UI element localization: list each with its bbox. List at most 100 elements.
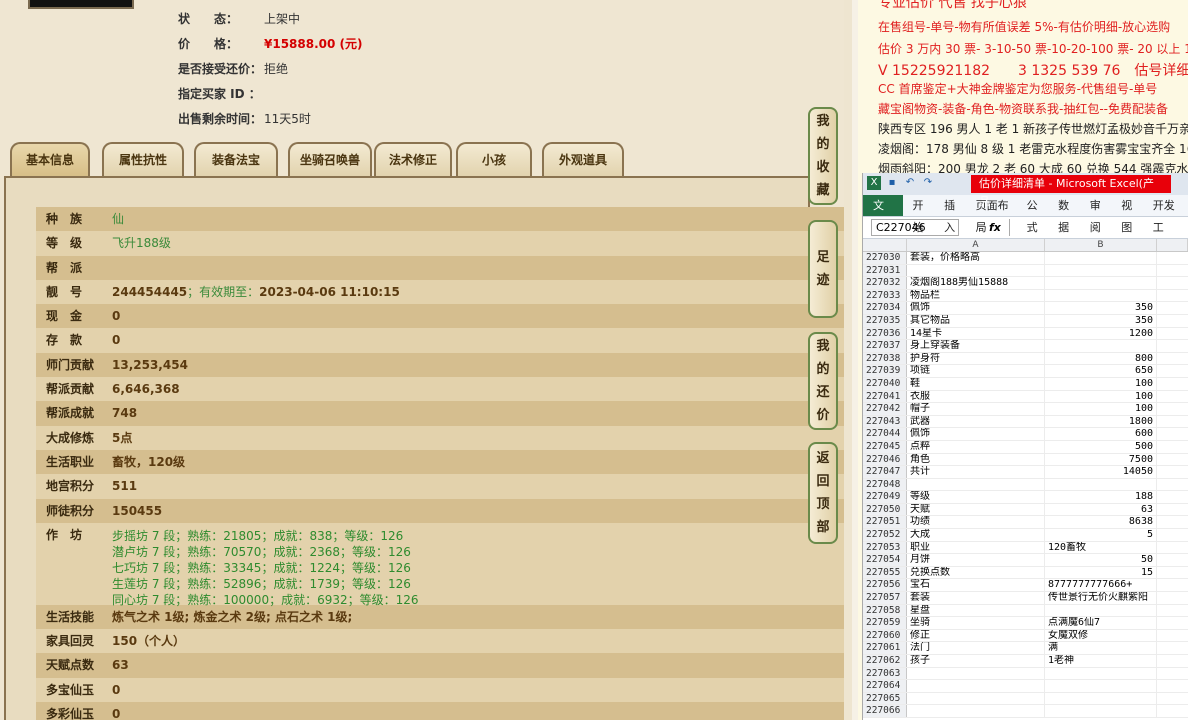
- cell-b[interactable]: [1045, 705, 1157, 717]
- cell-b[interactable]: [1045, 252, 1157, 264]
- cell-a[interactable]: 佩饰: [907, 302, 1045, 314]
- row-number[interactable]: 227042: [863, 403, 907, 415]
- cell-b[interactable]: [1045, 604, 1157, 617]
- row-number[interactable]: 227060: [863, 629, 907, 642]
- row-number[interactable]: 227043: [863, 415, 907, 428]
- row-number[interactable]: 227041: [863, 390, 907, 403]
- row-number[interactable]: 227053: [863, 541, 907, 554]
- cell-b[interactable]: 14050: [1045, 466, 1157, 478]
- cell-a[interactable]: 套装，价格略高: [907, 252, 1045, 264]
- cell-a[interactable]: 兑换点数: [907, 566, 1045, 579]
- cell-a[interactable]: 护身符: [907, 352, 1045, 365]
- cell-b[interactable]: 8638: [1045, 516, 1157, 529]
- ribbon-tab-2[interactable]: 开始: [907, 195, 939, 234]
- cell-b[interactable]: 1老神: [1045, 655, 1157, 667]
- cell-b[interactable]: 63: [1045, 503, 1157, 516]
- cell-b[interactable]: 50: [1045, 554, 1157, 566]
- cell-a[interactable]: 衣服: [907, 390, 1045, 403]
- cell-a[interactable]: 物品栏: [907, 289, 1045, 302]
- cell-a[interactable]: 法门: [907, 642, 1045, 654]
- row-number[interactable]: 227048: [863, 478, 907, 491]
- cell-b[interactable]: 120畜牧: [1045, 541, 1157, 554]
- cell-a[interactable]: 等级: [907, 491, 1045, 503]
- row-number[interactable]: 227036: [863, 327, 907, 340]
- row-number[interactable]: 227057: [863, 592, 907, 604]
- row-number[interactable]: 227037: [863, 340, 907, 352]
- my-bargain-button[interactable]: 我的还价: [808, 332, 838, 430]
- my-favorites-button[interactable]: 我的收藏: [808, 107, 838, 205]
- row-number[interactable]: 227040: [863, 377, 907, 390]
- cell-a[interactable]: 帽子: [907, 403, 1045, 415]
- cell-a[interactable]: 月饼: [907, 554, 1045, 566]
- cell-b[interactable]: 350: [1045, 302, 1157, 314]
- row-number[interactable]: 227050: [863, 503, 907, 516]
- cell-a[interactable]: 鞋: [907, 377, 1045, 390]
- row-number[interactable]: 227039: [863, 365, 907, 377]
- row-number[interactable]: 227063: [863, 667, 907, 680]
- fx-icon[interactable]: fx: [989, 221, 1001, 234]
- tab-7[interactable]: 外观道具: [542, 142, 624, 176]
- cell-a[interactable]: 共计: [907, 466, 1045, 478]
- cell-a[interactable]: [907, 705, 1045, 717]
- row-number[interactable]: 227054: [863, 554, 907, 566]
- row-number[interactable]: 227049: [863, 491, 907, 503]
- cell-a[interactable]: 宝石: [907, 579, 1045, 592]
- row-number[interactable]: 227059: [863, 617, 907, 629]
- cell-b[interactable]: [1045, 478, 1157, 491]
- cell-a[interactable]: [907, 667, 1045, 680]
- cell-b[interactable]: 100: [1045, 403, 1157, 415]
- footprint-button[interactable]: 足迹: [808, 220, 838, 318]
- cell-a[interactable]: 点粹: [907, 440, 1045, 453]
- cell-b[interactable]: 8777777777666+: [1045, 579, 1157, 592]
- cell-b[interactable]: [1045, 340, 1157, 352]
- cell-a[interactable]: 坐骑: [907, 617, 1045, 629]
- row-number[interactable]: 227038: [863, 352, 907, 365]
- cell-a[interactable]: [907, 680, 1045, 692]
- cell-a[interactable]: [907, 264, 1045, 277]
- tab-6[interactable]: 小孩: [456, 142, 532, 176]
- row-number[interactable]: 227052: [863, 529, 907, 541]
- cell-b[interactable]: [1045, 667, 1157, 680]
- cell-a[interactable]: 天赋: [907, 503, 1045, 516]
- cell-b[interactable]: 350: [1045, 314, 1157, 327]
- cell-b[interactable]: 7500: [1045, 453, 1157, 466]
- row-number[interactable]: 227062: [863, 655, 907, 667]
- cell-a[interactable]: 角色: [907, 453, 1045, 466]
- cell-a[interactable]: 大成: [907, 529, 1045, 541]
- ribbon-tab-1[interactable]: 文件: [863, 195, 903, 234]
- row-number[interactable]: 227034: [863, 302, 907, 314]
- cell-a[interactable]: 功绩: [907, 516, 1045, 529]
- ribbon-tab-6[interactable]: 数据: [1052, 195, 1084, 234]
- cell-b[interactable]: 100: [1045, 390, 1157, 403]
- cell-b[interactable]: 650: [1045, 365, 1157, 377]
- cell-a[interactable]: 14星卡: [907, 327, 1045, 340]
- cell-a[interactable]: 身上穿装备: [907, 340, 1045, 352]
- row-number[interactable]: 227047: [863, 466, 907, 478]
- cell-b[interactable]: 1200: [1045, 327, 1157, 340]
- cell-b[interactable]: 女魔双修: [1045, 629, 1157, 642]
- cell-a[interactable]: 项链: [907, 365, 1045, 377]
- tab-2[interactable]: 属性抗性: [102, 142, 184, 176]
- page-scrollbar[interactable]: [844, 0, 852, 720]
- cell-b[interactable]: 满: [1045, 642, 1157, 654]
- cell-a[interactable]: [907, 478, 1045, 491]
- cell-b[interactable]: 500: [1045, 440, 1157, 453]
- row-number[interactable]: 227035: [863, 314, 907, 327]
- cell-b[interactable]: [1045, 680, 1157, 692]
- row-number[interactable]: 227033: [863, 289, 907, 302]
- cell-a[interactable]: 孩子: [907, 655, 1045, 667]
- ribbon-tab-9[interactable]: 开发工: [1147, 195, 1188, 234]
- cell-b[interactable]: 188: [1045, 491, 1157, 503]
- row-number[interactable]: 227044: [863, 428, 907, 440]
- cell-b[interactable]: 100: [1045, 377, 1157, 390]
- cell-a[interactable]: 星盘: [907, 604, 1045, 617]
- row-number[interactable]: 227058: [863, 604, 907, 617]
- cell-b[interactable]: 1800: [1045, 415, 1157, 428]
- column-a-header[interactable]: A: [907, 239, 1045, 251]
- row-number[interactable]: 227056: [863, 579, 907, 592]
- row-number[interactable]: 227064: [863, 680, 907, 692]
- row-number[interactable]: 227045: [863, 440, 907, 453]
- cell-b[interactable]: [1045, 264, 1157, 277]
- row-number[interactable]: 227065: [863, 692, 907, 705]
- cell-b[interactable]: 点满魔6仙7: [1045, 617, 1157, 629]
